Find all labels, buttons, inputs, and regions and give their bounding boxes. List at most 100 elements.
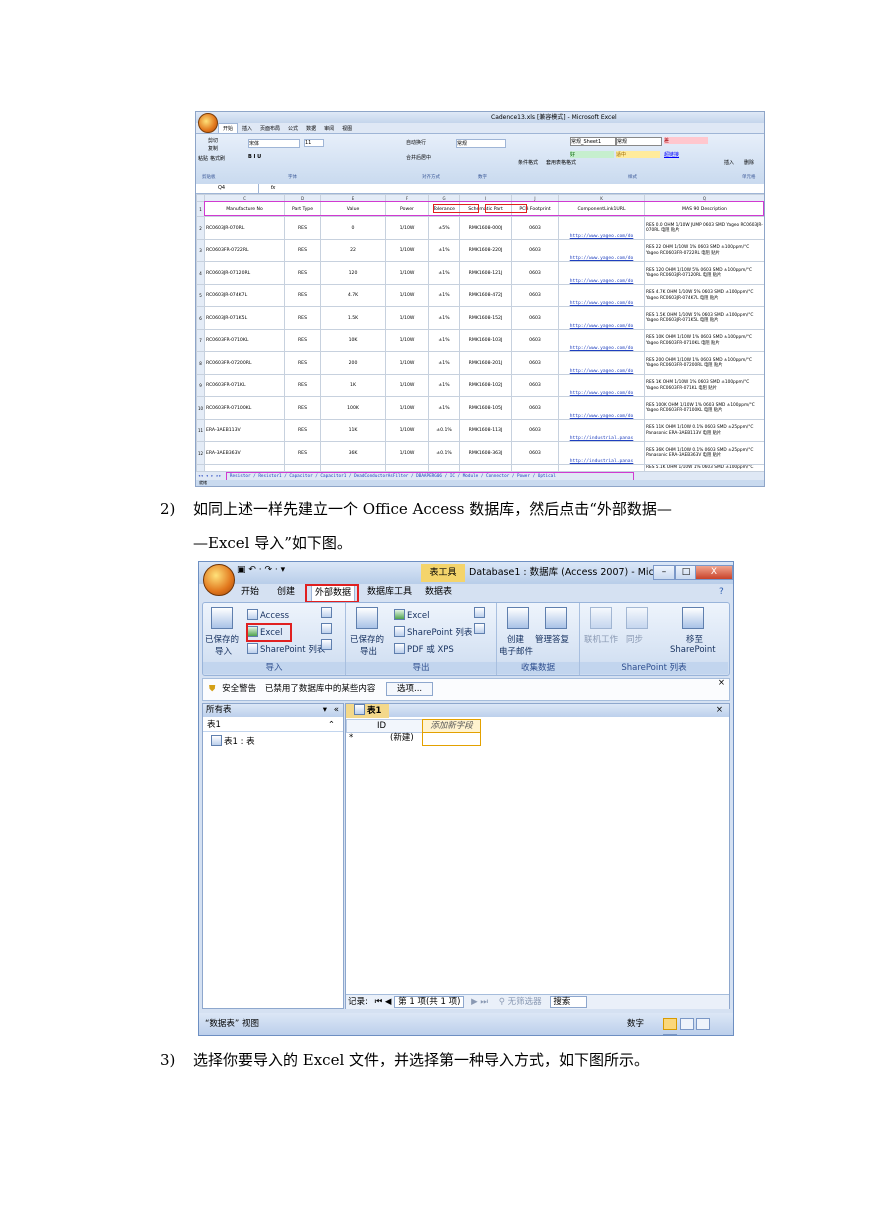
saved-imports-label-2[interactable]: 导入 — [215, 645, 232, 657]
table-cell[interactable]: RES 0.0 OHM 1/10W JUMP 0603 SMD Yageo RC… — [644, 216, 764, 240]
table-cell[interactable]: RES — [284, 238, 321, 263]
row-number[interactable]: 4 — [196, 261, 205, 285]
row-number[interactable]: 11 — [196, 418, 205, 443]
row-number[interactable]: 3 — [196, 238, 205, 263]
table-cell[interactable]: 0603 — [511, 351, 559, 375]
table-cell[interactable]: http://www.yageo.com/do — [558, 216, 645, 240]
style-normal[interactable]: 常规 — [616, 137, 662, 146]
table-cell[interactable]: RMK1608-105J — [459, 396, 512, 420]
sync-button[interactable]: 同步 — [626, 633, 643, 645]
table-cell[interactable]: RC0603FR-071KL — [204, 373, 285, 398]
table-cell[interactable]: ±1% — [428, 238, 460, 263]
move-to-sharepoint-button[interactable]: 移至 — [686, 633, 703, 645]
import-sharepoint-button[interactable]: SharePoint 列表 — [247, 643, 325, 655]
new-field-cell[interactable] — [422, 732, 481, 746]
table-cell[interactable]: RES — [284, 283, 321, 308]
font-name-select[interactable]: 宋体 — [248, 139, 300, 148]
table-cell[interactable]: RMK1608-472J — [459, 283, 512, 308]
table-cell[interactable]: 0603 — [511, 283, 559, 308]
table-cell[interactable]: ±1% — [428, 351, 460, 375]
table-cell[interactable]: RES 200 OHM 1/10W 1% 0603 SMD ±100ppm/°C… — [644, 351, 764, 375]
add-new-field-header[interactable]: 添加新字段 — [422, 719, 481, 733]
table-cell[interactable]: ±1% — [428, 283, 460, 308]
row-number[interactable]: 12 — [196, 441, 205, 465]
pivot-table-icon[interactable] — [679, 1018, 694, 1030]
name-box[interactable]: Q4 — [196, 184, 259, 193]
row-number[interactable]: 2 — [196, 216, 205, 240]
table-tab[interactable]: 表1 — [346, 704, 390, 718]
style-neutral[interactable]: 适中 — [616, 151, 660, 158]
table-cell[interactable]: ERA-3AEB113V — [204, 418, 285, 443]
export-word-icon[interactable] — [474, 607, 487, 619]
table-cell[interactable]: RES 36K OHM 1/10W 0.1% 0603 SMD ±25ppm/°… — [644, 441, 764, 465]
table-cell[interactable]: RES — [284, 441, 321, 465]
table-cell[interactable]: http://www.yageo.com/do — [558, 283, 645, 308]
delete-cells-button[interactable]: 删除 — [744, 159, 754, 166]
table-cell[interactable]: RC0603FR-07200RL — [204, 351, 285, 375]
table-cell[interactable] — [428, 463, 460, 473]
table-cell[interactable]: ±0.1% — [428, 441, 460, 465]
table-cell[interactable]: http://www.yageo.com/do — [558, 351, 645, 375]
options-button[interactable]: 选项... — [386, 682, 434, 696]
table-cell[interactable]: 1/10W — [385, 373, 429, 398]
row-number[interactable]: 6 — [196, 306, 205, 330]
table-cell[interactable]: 1.5K — [320, 306, 386, 330]
table-cell[interactable]: RES — [284, 261, 321, 285]
saved-exports-button[interactable]: 已保存的 — [350, 633, 384, 645]
table-cell[interactable]: 0603 — [511, 373, 559, 398]
tab-create[interactable]: 创建 — [277, 584, 295, 600]
table-cell[interactable]: 1/10W — [385, 238, 429, 263]
minimize-button[interactable]: – — [653, 565, 675, 580]
pivot-chart-icon[interactable] — [696, 1018, 711, 1030]
chevron-up-icon[interactable]: ⌃ — [328, 719, 335, 731]
row-number[interactable]: 7 — [196, 328, 205, 353]
new-record-row[interactable]: * (新建) — [346, 732, 481, 746]
table-cell[interactable]: RMK1608-000J — [459, 216, 512, 240]
table-cell[interactable]: 4.7K — [320, 283, 386, 308]
table-cell[interactable]: 1/10W — [385, 216, 429, 240]
table-cell[interactable]: RES 1K OHM 1/10W 1% 0603 SMD ±100ppm/°C … — [644, 373, 764, 398]
table-cell[interactable]: http://www.yageo.com/do — [558, 261, 645, 285]
table-cell[interactable]: RC0603FR-0722RL — [204, 238, 285, 263]
create-email-button[interactable]: 创建 — [507, 633, 524, 645]
table-cell[interactable]: http://www.yageo.com/do — [558, 396, 645, 420]
table-cell[interactable]: ±1% — [428, 306, 460, 330]
table-cell[interactable]: RES 100K OHM 1/10W 1% 0603 SMD ±100ppm/°… — [644, 396, 764, 420]
table-cell[interactable] — [196, 463, 205, 473]
tab-home[interactable]: 开始 — [241, 584, 259, 600]
table-cell[interactable]: 1/10W — [385, 306, 429, 330]
table-cell[interactable]: RES — [284, 351, 321, 375]
table-cell[interactable]: 1/10W — [385, 351, 429, 375]
datasheet-view-icon[interactable] — [663, 1018, 677, 1030]
table-cell[interactable]: 1/10W — [385, 441, 429, 465]
row-number[interactable]: 10 — [196, 396, 205, 420]
font-size-select[interactable]: 11 — [304, 139, 324, 147]
table-cell[interactable]: RES — [284, 328, 321, 353]
table-cell[interactable]: 0 — [320, 216, 386, 240]
table-cell[interactable]: RES 1.5K OHM 1/10W 5% 0603 SMD ±100ppm/°… — [644, 306, 764, 330]
style-good[interactable]: 好 — [570, 151, 614, 158]
table-cell[interactable]: 100K — [320, 396, 386, 420]
table-cell[interactable]: RC0603JR-07120RL — [204, 261, 285, 285]
table-cell[interactable]: http://www.yageo.com/do — [558, 238, 645, 263]
table-cell[interactable]: 0603 — [511, 441, 559, 465]
import-text-icon[interactable] — [321, 607, 334, 619]
table-cell[interactable]: 120 — [320, 261, 386, 285]
manage-replies-button[interactable]: 管理答复 — [535, 633, 569, 645]
table-cell[interactable]: 1/10W — [385, 261, 429, 285]
first-record-icon[interactable]: ⏮ ◀ — [371, 997, 392, 1007]
bold-italic-underline[interactable]: B I U — [248, 154, 261, 160]
table-cell[interactable]: http://industrial.panas — [558, 441, 645, 465]
table-cell[interactable]: 1/10W — [385, 418, 429, 443]
table-cell[interactable]: 1K — [320, 373, 386, 398]
table-cell[interactable]: RC0603JR-071K5L — [204, 306, 285, 330]
table-cell[interactable]: 0603 — [511, 418, 559, 443]
table-format-button[interactable]: 套用表格格式 — [546, 159, 576, 166]
table-cell[interactable]: RES 22 OHM 1/10W 1% 0603 SMD ±100ppm/°C … — [644, 238, 764, 263]
table-cell[interactable]: ±1% — [428, 373, 460, 398]
table-cell[interactable]: ±1% — [428, 261, 460, 285]
table-cell[interactable]: 0603 — [511, 238, 559, 263]
tab-datasheet[interactable]: 数据表 — [425, 584, 452, 600]
cut-button[interactable]: 剪切 — [208, 137, 218, 144]
merge-center-button[interactable]: 合并后居中 — [406, 154, 431, 161]
